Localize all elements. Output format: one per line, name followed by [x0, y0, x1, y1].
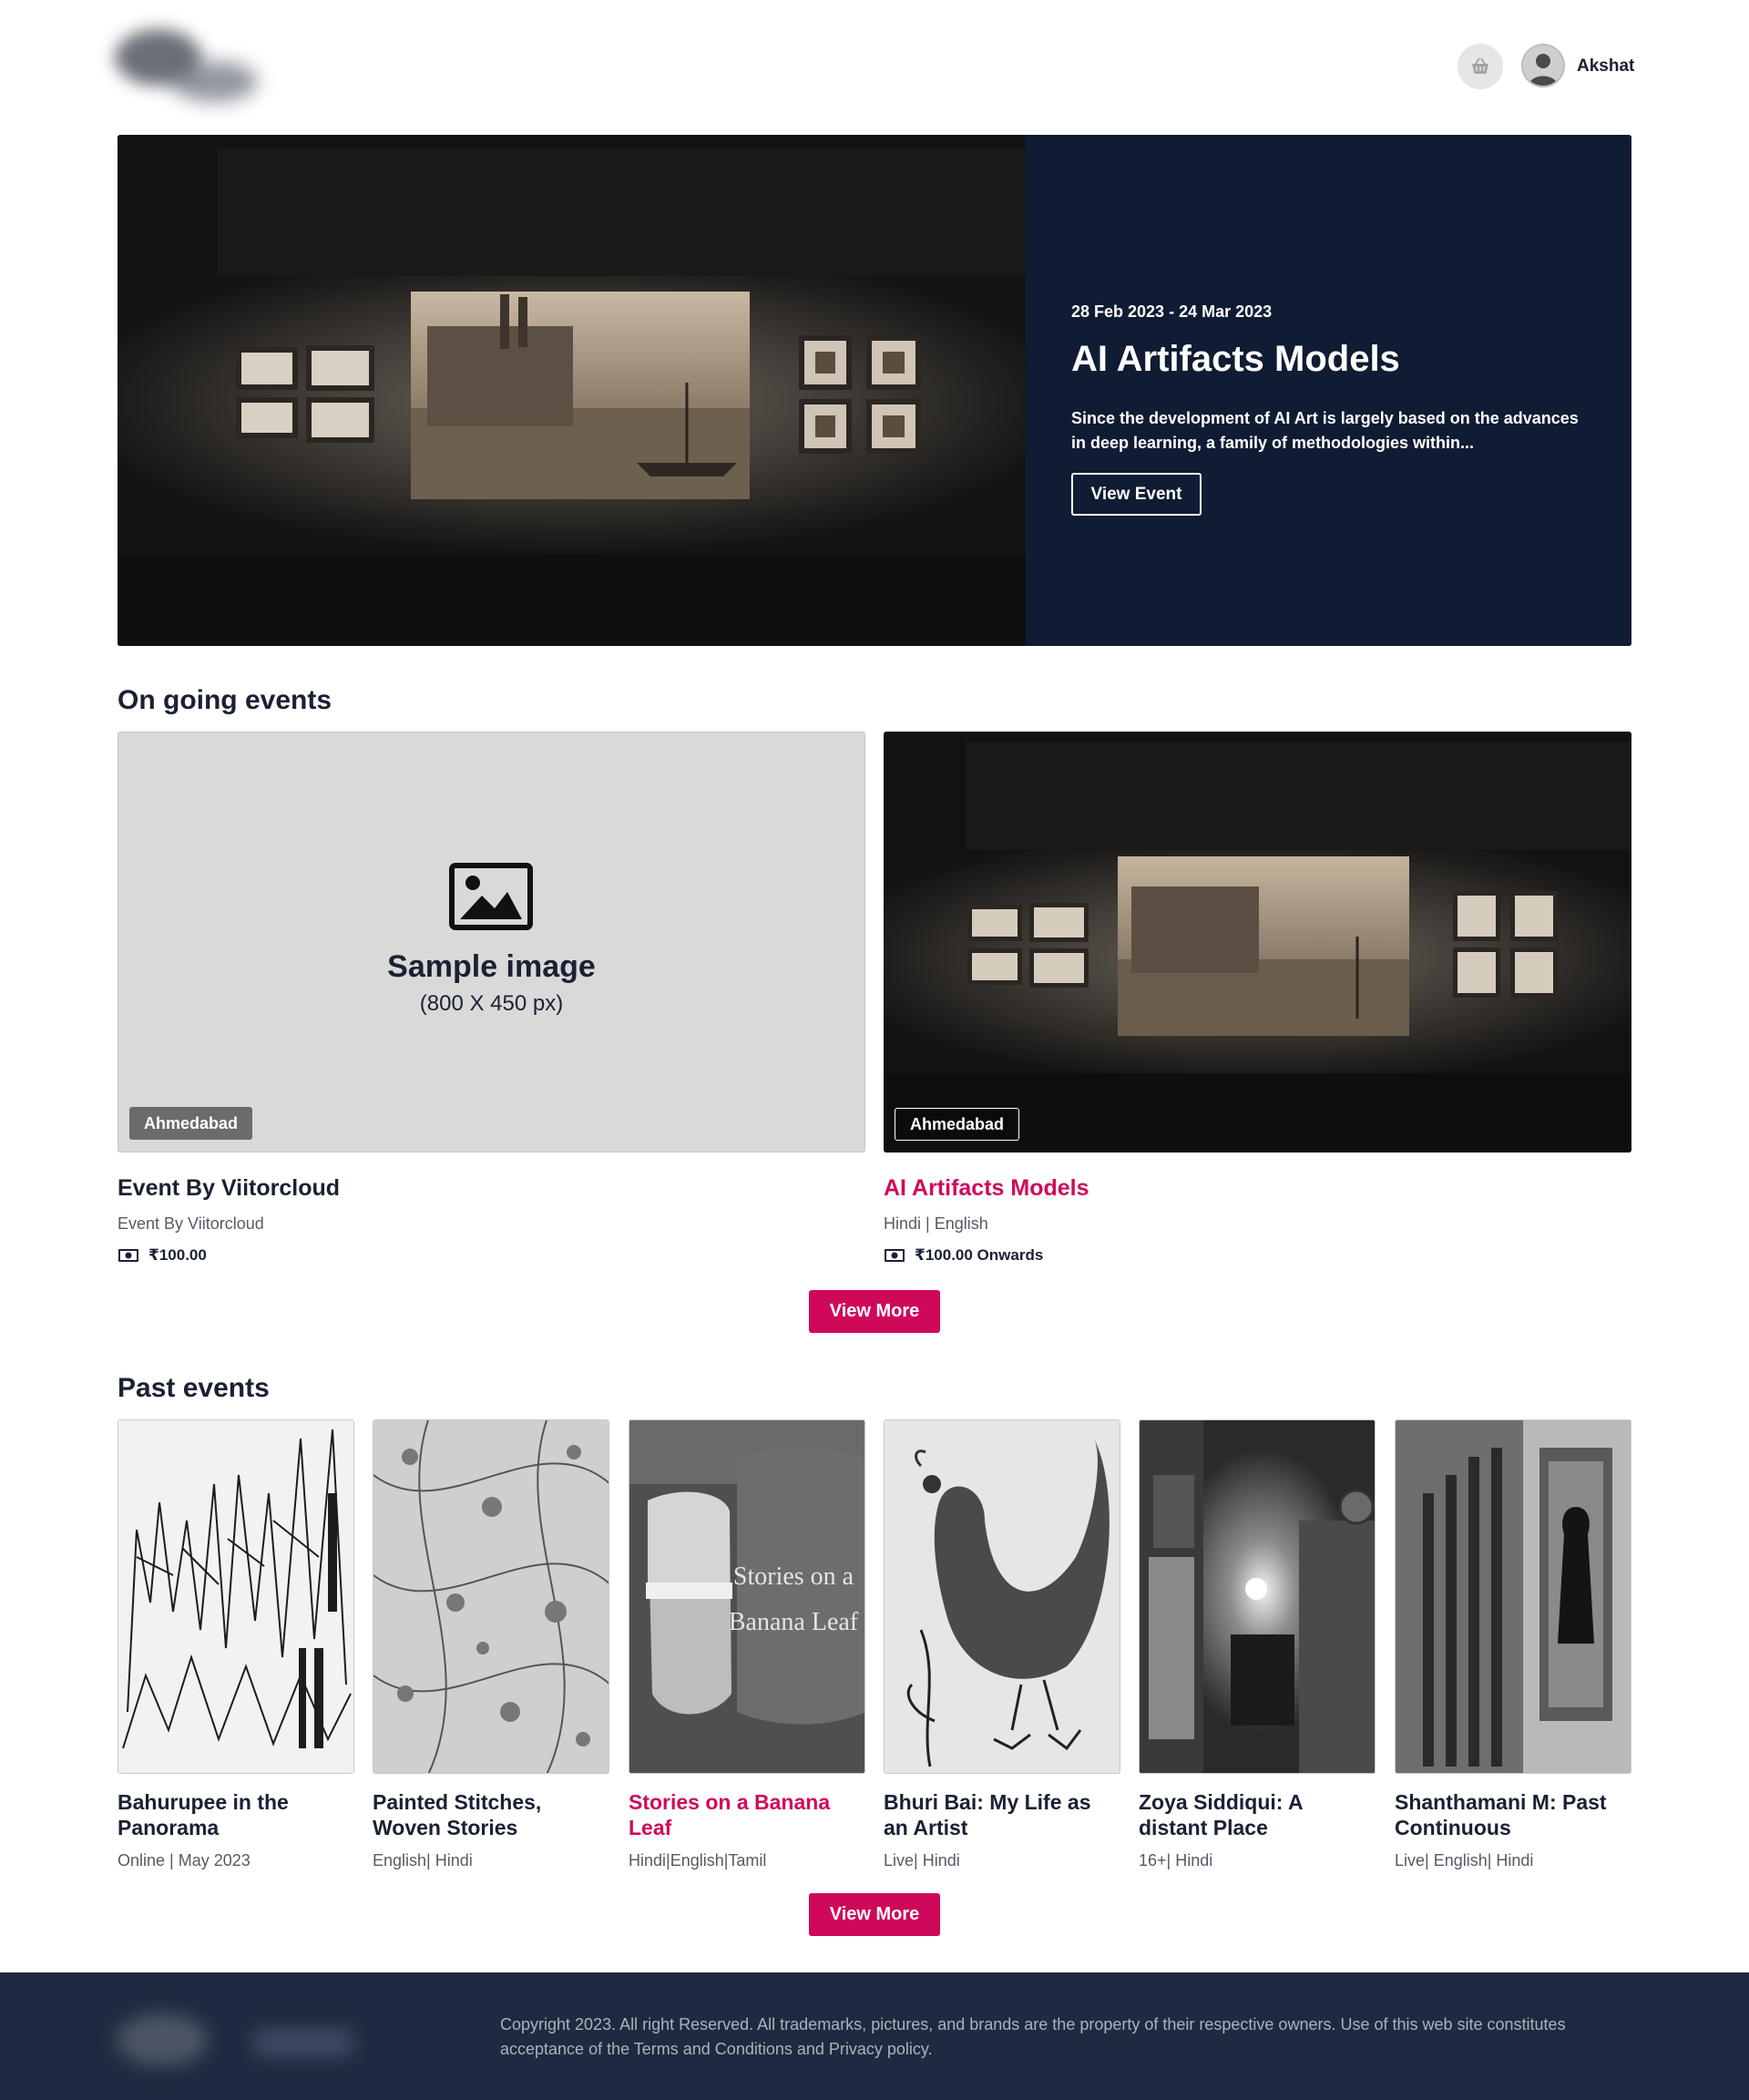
room-photo-image [1140, 1420, 1375, 1773]
event-image[interactable]: Stories on a Banana Leaf [629, 1419, 865, 1774]
event-title[interactable]: Zoya Siddiqui: A distant Place [1139, 1789, 1376, 1840]
hero-info-panel: 28 Feb 2023 - 24 Mar 2023 AI Artifacts M… [1026, 135, 1631, 646]
location-badge: Ahmedabad [129, 1107, 253, 1140]
hero-description: Since the development of AI Art is large… [1071, 409, 1579, 452]
bird-painting-image [885, 1420, 1120, 1773]
event-image-placeholder[interactable]: Sample image (800 X 450 px) Ahmedabad [118, 732, 865, 1152]
event-subtitle: Event By Viitorcloud [118, 1214, 264, 1233]
event-image[interactable]: Ahmedabad [884, 732, 1631, 1152]
ongoing-view-more-button[interactable]: View More [809, 1290, 940, 1333]
site-logo[interactable] [107, 20, 262, 111]
placeholder-title: Sample image [387, 949, 596, 984]
event-image[interactable] [1139, 1419, 1376, 1774]
event-title[interactable]: Stories on a Banana Leaf [629, 1789, 865, 1840]
event-meta: Online | May 2023 [118, 1851, 251, 1870]
keyhole-window-image [1396, 1420, 1631, 1773]
past-event-card[interactable]: Painted Stitches, Woven Stories English|… [373, 1419, 609, 1870]
event-languages: Hindi | English [884, 1214, 988, 1233]
username[interactable]: Akshat [1577, 56, 1634, 77]
event-meta: Live| Hindi [884, 1851, 960, 1870]
hero-title: AI Artifacts Models [1071, 339, 1400, 379]
price-value: ₹100.00 [148, 1246, 207, 1264]
embroidery-image [373, 1420, 609, 1773]
event-meta: Live| English| Hindi [1395, 1851, 1534, 1870]
event-meta: English| Hindi [373, 1851, 473, 1870]
event-title[interactable]: Painted Stitches, Woven Stories [373, 1789, 609, 1840]
basket-icon [1472, 57, 1488, 74]
banana-leaf-image-text: Stories on a [733, 1562, 854, 1591]
past-event-card[interactable]: Shanthamani M: Past Continuous Live| Eng… [1395, 1419, 1631, 1870]
avatar[interactable] [1521, 44, 1565, 87]
hero-banner: 28 Feb 2023 - 24 Mar 2023 AI Artifacts M… [118, 135, 1631, 646]
event-title[interactable]: Shanthamani M: Past Continuous [1395, 1789, 1631, 1840]
event-title[interactable]: Event By Viitorcloud [118, 1175, 865, 1202]
placeholder-size: (800 X 450 px) [419, 991, 564, 1016]
image-icon [449, 863, 533, 930]
past-event-card[interactable]: Stories on a Banana Leaf Stories on a Ba… [629, 1419, 865, 1870]
site-header: Akshat [0, 0, 1749, 135]
price-value: ₹100.00 Onwards [915, 1246, 1044, 1264]
past-event-card[interactable]: Bahurupee in the Panorama Online | May 2… [118, 1419, 354, 1870]
past-event-card[interactable]: Zoya Siddiqui: A distant Place 16+| Hind… [1139, 1419, 1376, 1870]
banana-leaf-image: Stories on a Banana Leaf [629, 1420, 864, 1773]
past-events-heading: Past events [118, 1373, 270, 1403]
past-event-card[interactable]: Bhuri Bai: My Life as an Artist Live| Hi… [884, 1419, 1120, 1870]
user-avatar-icon [1523, 46, 1563, 86]
ongoing-events-heading: On going events [118, 685, 332, 715]
footer-logo[interactable] [107, 2009, 363, 2073]
event-meta: Hindi|English|Tamil [629, 1851, 767, 1870]
past-view-more-button[interactable]: View More [809, 1893, 940, 1936]
ongoing-event-card[interactable]: Sample image (800 X 450 px) Ahmedabad Ev… [118, 732, 865, 1265]
gallery-image [884, 732, 1631, 1152]
event-meta: 16+| Hindi [1139, 1851, 1213, 1870]
event-title[interactable]: Bahurupee in the Panorama [118, 1789, 354, 1840]
money-icon [885, 1249, 905, 1262]
banana-leaf-image-text-2: Banana Leaf [729, 1608, 859, 1636]
sketch-image [118, 1420, 353, 1773]
money-icon [118, 1249, 138, 1262]
hero-gallery-image [118, 135, 1026, 646]
view-event-button[interactable]: View Event [1071, 473, 1202, 516]
site-footer: Copyright 2023. All right Reserved. All … [0, 1972, 1749, 2100]
event-price: ₹100.00 [118, 1246, 865, 1265]
event-title[interactable]: AI Artifacts Models [884, 1175, 1631, 1202]
event-image[interactable] [373, 1419, 609, 1774]
event-image[interactable] [1395, 1419, 1631, 1774]
copyright-text: Copyright 2023. All right Reserved. All … [500, 2015, 1566, 2058]
hero-dates: 28 Feb 2023 - 24 Mar 2023 [1071, 302, 1273, 321]
event-price: ₹100.00 Onwards [884, 1246, 1631, 1265]
ongoing-event-card[interactable]: Ahmedabad AI Artifacts Models Hindi | En… [884, 732, 1631, 1265]
event-image[interactable] [884, 1419, 1120, 1774]
event-title[interactable]: Bhuri Bai: My Life as an Artist [884, 1789, 1120, 1840]
location-badge: Ahmedabad [895, 1108, 1020, 1141]
event-image[interactable] [118, 1419, 354, 1774]
cart-button[interactable] [1458, 44, 1503, 89]
